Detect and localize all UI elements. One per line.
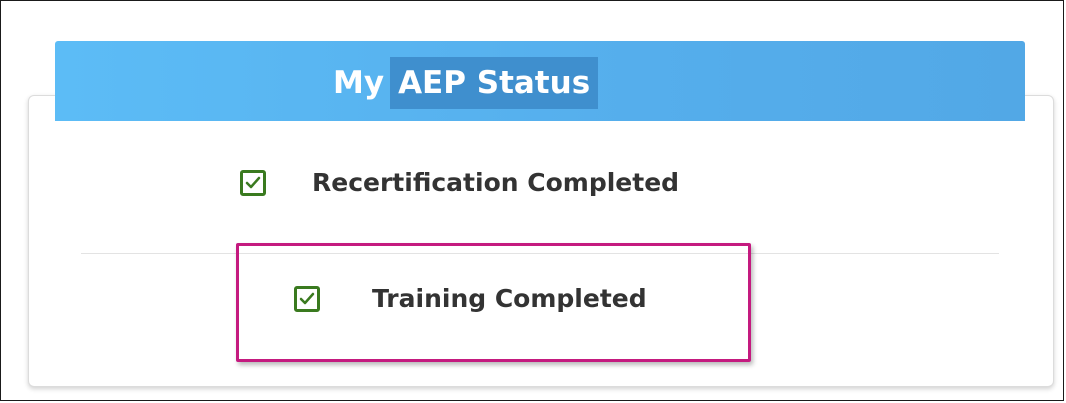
status-item-label: Recertification Completed xyxy=(312,168,680,197)
panel-title: My AEP Status xyxy=(333,50,599,116)
annotation-highlight-box xyxy=(236,243,751,362)
checkbox-checked-icon xyxy=(240,169,266,196)
title-prefix: My xyxy=(333,65,385,101)
title-main: AEP Status xyxy=(390,57,599,109)
status-item-recertification: Recertification Completed xyxy=(240,168,679,197)
